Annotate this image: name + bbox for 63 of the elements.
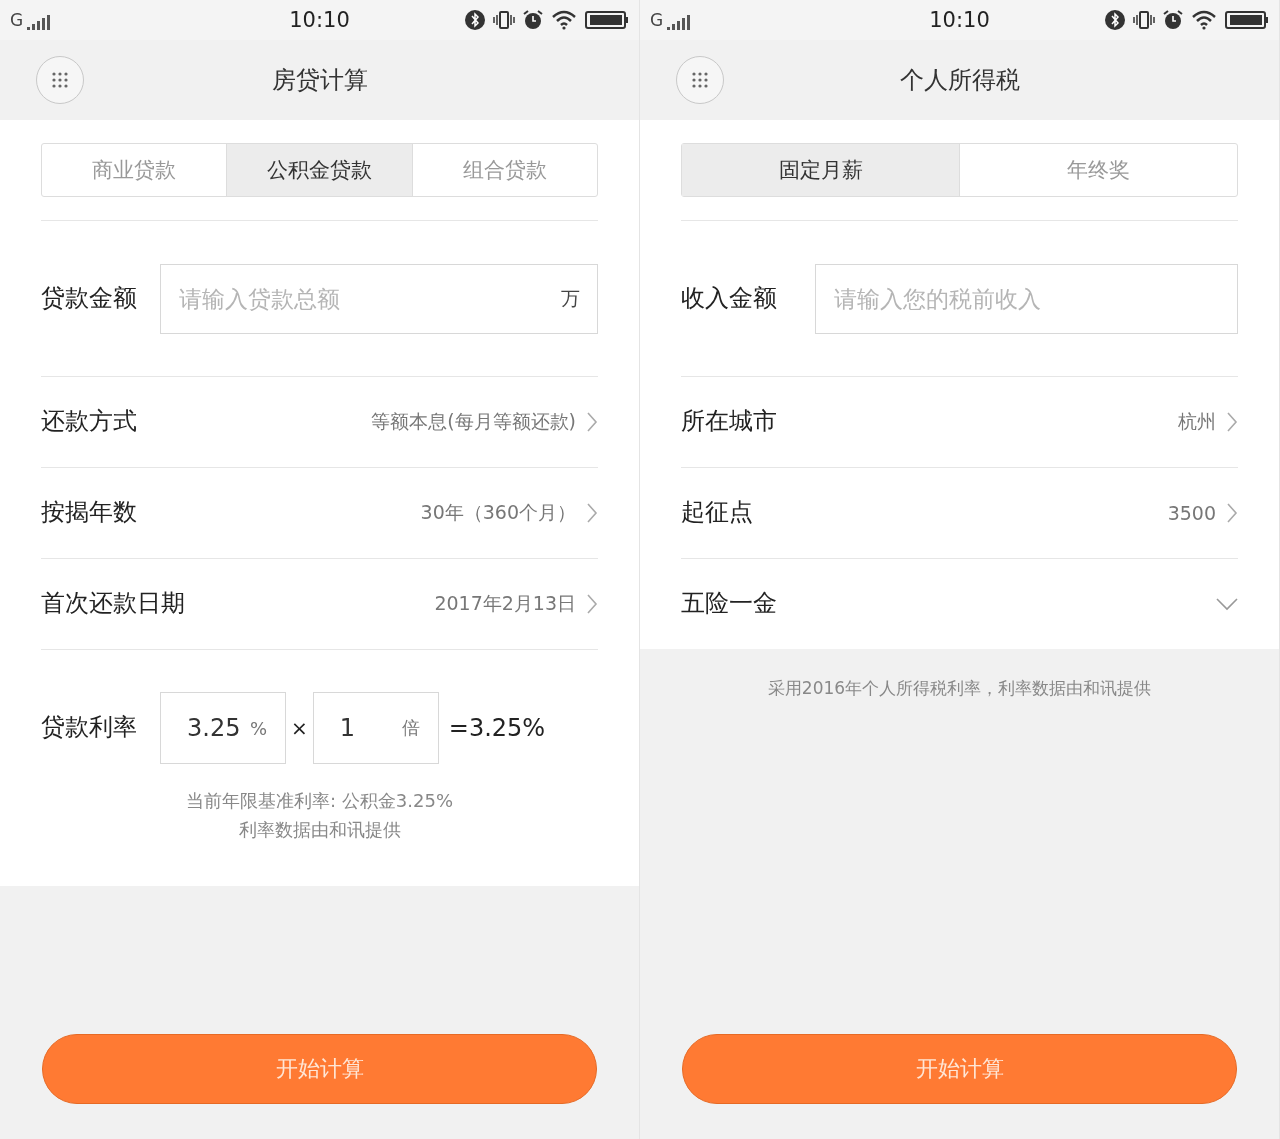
menu-button[interactable]: [676, 56, 724, 104]
row-value: 3500: [1167, 502, 1216, 524]
battery-icon: [1225, 11, 1269, 29]
row-label: 起征点: [681, 497, 753, 529]
segment-tab[interactable]: 公积金贷款: [227, 144, 413, 196]
settings-row[interactable]: 五险一金: [681, 559, 1238, 649]
row-value: 等额本息(每月等额还款): [371, 409, 576, 434]
field-label: 收入金额: [681, 282, 778, 314]
settings-row[interactable]: 首次还款日期 2017年2月13日: [41, 559, 598, 650]
grid-icon: [692, 72, 708, 88]
field-label: 贷款金额: [41, 282, 138, 314]
unit-label: 万: [561, 285, 580, 311]
signal-icon: [667, 14, 692, 30]
grid-icon: [52, 72, 68, 88]
row-value: 杭州: [1178, 409, 1216, 434]
segment-tab[interactable]: 固定月薪: [682, 144, 960, 196]
row-label: 还款方式: [41, 406, 137, 438]
rate-value: 3.25: [187, 714, 241, 742]
rate-field[interactable]: 3.25 %: [160, 692, 286, 764]
status-time: 10:10: [289, 8, 350, 32]
settings-row[interactable]: 还款方式 等额本息(每月等额还款): [41, 377, 598, 468]
chevron-right-icon: [1226, 411, 1238, 433]
chevron-right-icon: [586, 411, 598, 433]
alarm-icon: [523, 10, 543, 30]
rate-result: =3.25%: [448, 714, 546, 742]
vibrate-icon: [493, 10, 515, 30]
screen-title: 房贷计算: [271, 65, 368, 96]
settings-row[interactable]: 按揭年数 30年（360个月）: [41, 468, 598, 559]
status-time: 10:10: [929, 8, 990, 32]
settings-row[interactable]: 所在城市 杭州: [681, 377, 1238, 468]
vibrate-icon: [1133, 10, 1155, 30]
field-label: 贷款利率: [41, 712, 138, 744]
input-field[interactable]: 请输入您的税前收入: [815, 263, 1238, 334]
battery-icon: [585, 11, 629, 29]
alarm-icon: [1163, 10, 1183, 30]
unit-label: 倍: [401, 716, 420, 740]
multiply-sign: ×: [291, 716, 308, 740]
wifi-icon: [1191, 10, 1217, 30]
row-value: 2017年2月13日: [434, 591, 576, 616]
bluetooth-icon: [1105, 10, 1125, 30]
chevron-right-icon: [586, 502, 598, 524]
signal-icon: [27, 14, 52, 30]
chevron-down-icon: [1216, 597, 1238, 611]
network-type: G: [10, 10, 24, 30]
note-text: 当前年限基准利率: 公积金3.25%: [185, 789, 454, 813]
row-value: 30年（360个月）: [420, 500, 576, 525]
bluetooth-icon: [465, 10, 485, 30]
row-label: 按揭年数: [41, 497, 137, 529]
row-label: 所在城市: [681, 406, 777, 438]
wifi-icon: [551, 10, 577, 30]
note-text: 利率数据由和讯提供: [237, 818, 402, 842]
screen-title: 个人所得税: [899, 65, 1020, 96]
settings-row[interactable]: 起征点 3500: [681, 468, 1238, 559]
row-label: 五险一金: [681, 588, 777, 620]
multiplier-field[interactable]: 1 倍: [312, 692, 439, 764]
chevron-right-icon: [1226, 502, 1238, 524]
menu-button[interactable]: [36, 56, 84, 104]
network-type: G: [650, 10, 664, 30]
chevron-right-icon: [586, 593, 598, 615]
note-text: 采用2016年个人所得税利率，利率数据由和讯提供: [766, 677, 1153, 700]
multiplier-value: 1: [339, 714, 356, 742]
row-label: 首次还款日期: [41, 588, 185, 620]
unit-label: %: [249, 717, 267, 739]
